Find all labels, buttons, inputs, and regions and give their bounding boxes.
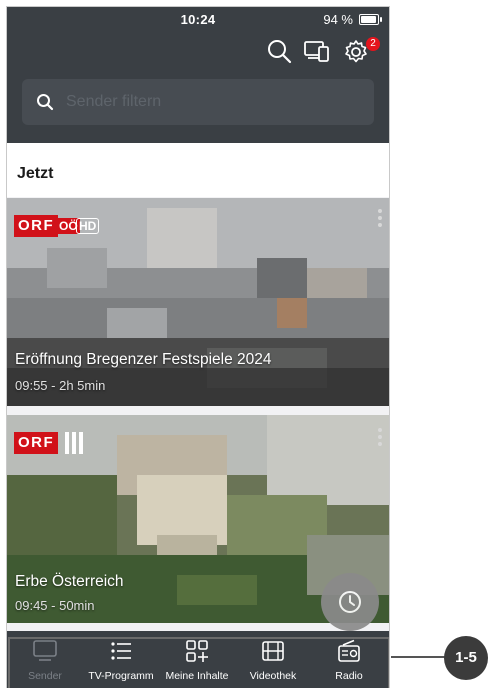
callout-line: [391, 656, 447, 658]
callout-badge: 1-5: [444, 636, 488, 680]
channel-logo: ORF: [14, 432, 59, 454]
section-header: Jetzt: [7, 143, 389, 197]
tv-icon: [33, 640, 57, 661]
more-options-icon[interactable]: [377, 428, 383, 449]
battery-percentage: 94 %: [323, 12, 353, 27]
hd-badge: HD: [76, 218, 100, 234]
list-icon: [111, 642, 131, 660]
channel-logo: ORF: [14, 215, 59, 237]
status-bar: 10:24 94 %: [7, 7, 389, 29]
app-header: 10:24 94 % 2: [7, 7, 389, 143]
timeline-button[interactable]: [321, 573, 379, 631]
search-field-icon: [37, 94, 54, 111]
devices-icon[interactable]: [303, 37, 331, 65]
notification-badge: 2: [366, 37, 380, 51]
radio-icon: [338, 639, 360, 662]
tab-tv-programm[interactable]: TV-Programm: [83, 631, 159, 688]
program-title: Eröffnung Bregenzer Festspiele 2024: [15, 351, 272, 368]
search-bar[interactable]: [22, 79, 374, 125]
program-time: 09:55 - 2h 5min: [15, 378, 106, 393]
more-options-icon[interactable]: [377, 209, 383, 230]
program-title: Erbe Österreich: [15, 573, 124, 590]
tab-radio[interactable]: Radio: [311, 631, 387, 688]
app-screen: 10:24 94 % 2 Jetzt: [6, 6, 390, 688]
film-icon: [262, 641, 284, 661]
section-title: Jetzt: [17, 165, 54, 182]
battery-icon: [359, 14, 382, 25]
clock-icon: [339, 591, 361, 613]
tab-label: Radio: [335, 670, 363, 682]
tab-label: Sender: [28, 670, 62, 682]
program-card[interactable]: ORF OÖ HD Eröffnung Bregenzer Festspiele…: [7, 198, 389, 406]
tab-videothek[interactable]: Videothek: [235, 631, 311, 688]
program-time: 09:45 - 50min: [15, 598, 95, 613]
grid-plus-icon: [186, 640, 208, 662]
tab-label: Meine Inhalte: [165, 670, 229, 682]
tab-label: Videothek: [249, 670, 297, 682]
tab-label: TV-Programm: [88, 670, 154, 682]
tab-meine-inhalte[interactable]: Meine Inhalte: [159, 631, 235, 688]
tab-sender[interactable]: Sender: [7, 631, 83, 688]
search-icon[interactable]: [265, 37, 293, 65]
search-input[interactable]: [66, 79, 356, 125]
